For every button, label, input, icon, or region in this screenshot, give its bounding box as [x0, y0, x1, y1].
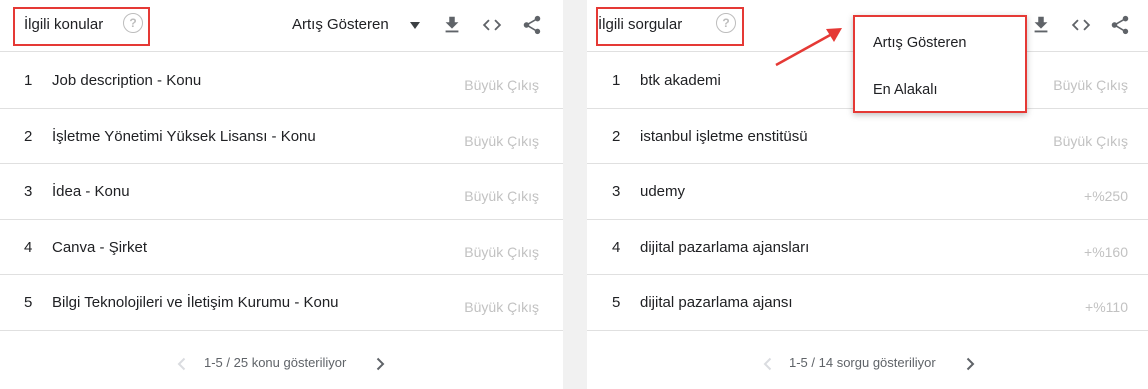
trend-value: +%160: [1084, 243, 1128, 260]
rank-number: 4: [612, 238, 621, 256]
trend-value: Büyük Çıkış: [464, 188, 539, 204]
trend-value: Büyük Çıkış: [1053, 132, 1128, 149]
list-item[interactable]: 3 udemy +%250: [587, 164, 1148, 220]
download-icon[interactable]: [441, 14, 463, 36]
chevron-left-icon[interactable]: [761, 356, 775, 372]
list-item[interactable]: 3 İdea - Konu Büyük Çıkış: [0, 164, 563, 220]
list-item[interactable]: 2 istanbul işletme enstitüsü Büyük Çıkış: [587, 109, 1148, 164]
menu-item-top[interactable]: En Alakalı: [873, 82, 938, 98]
chevron-right-icon[interactable]: [373, 356, 387, 372]
list-item[interactable]: 4 Canva - Şirket Büyük Çıkış: [0, 220, 563, 275]
rank-number: 4: [24, 238, 33, 256]
annotation-arrow-icon: [775, 28, 842, 67]
rank-number: 3: [24, 183, 33, 200]
list-item[interactable]: 5 dijital pazarlama ajansı +%110: [587, 275, 1148, 331]
sort-select-value[interactable]: Artış Gösteren: [292, 16, 389, 33]
caret-down-icon[interactable]: [410, 22, 420, 29]
topic-label[interactable]: İdea - Konu: [52, 183, 130, 200]
rank-number: 5: [24, 294, 33, 311]
rank-number: 2: [24, 127, 33, 145]
pagination-status: 1-5 / 14 sorgu gösteriliyor: [789, 355, 936, 370]
trend-value: Büyük Çıkış: [464, 132, 539, 149]
rank-number: 5: [612, 294, 621, 311]
rank-number: 3: [612, 183, 621, 200]
highlight-box: [596, 7, 744, 46]
trend-value: +%110: [1085, 299, 1128, 315]
query-label[interactable]: btk akademi: [640, 72, 721, 89]
trend-value: Büyük Çıkış: [464, 243, 539, 260]
trend-value: +%250: [1084, 188, 1128, 204]
share-icon[interactable]: [521, 14, 543, 36]
topic-label[interactable]: Job description - Konu: [52, 72, 201, 89]
highlight-box: [13, 7, 150, 46]
trend-value: Büyük Çıkış: [1053, 77, 1128, 93]
query-label[interactable]: udemy: [640, 183, 685, 200]
rank-number: 1: [24, 72, 33, 89]
pagination: 1-5 / 14 sorgu gösteriliyor: [587, 354, 1148, 374]
list-item[interactable]: 4 dijital pazarlama ajansları +%160: [587, 220, 1148, 275]
query-label[interactable]: dijital pazarlama ajansları: [640, 239, 809, 256]
sort-dropdown-menu: Artış Gösteren En Alakalı: [853, 15, 1027, 113]
share-icon[interactable]: [1109, 14, 1131, 36]
menu-item-rising[interactable]: Artış Gösteren: [873, 35, 966, 51]
chevron-left-icon[interactable]: [175, 356, 189, 372]
topics-list: 1 Job description - Konu Büyük Çıkış 2 İ…: [0, 53, 563, 331]
chevron-right-icon[interactable]: [963, 356, 977, 372]
topic-label[interactable]: İşletme Yönetimi Yüksek Lisansı - Konu: [52, 128, 316, 145]
list-item[interactable]: 5 Bilgi Teknolojileri ve İletişim Kurumu…: [0, 275, 563, 331]
topic-label[interactable]: Bilgi Teknolojileri ve İletişim Kurumu -…: [52, 294, 339, 311]
code-icon[interactable]: [481, 14, 503, 36]
trend-value: Büyük Çıkış: [464, 77, 539, 93]
query-label[interactable]: istanbul işletme enstitüsü: [640, 128, 808, 145]
trend-value: Büyük Çıkış: [464, 299, 539, 315]
topic-label[interactable]: Canva - Şirket: [52, 239, 147, 256]
code-icon[interactable]: [1070, 14, 1092, 36]
related-topics-panel: İlgili konular ? Artış Gösteren 1 Job de…: [0, 0, 563, 389]
query-label[interactable]: dijital pazarlama ajansı: [640, 294, 793, 311]
list-item[interactable]: 1 Job description - Konu Büyük Çıkış: [0, 53, 563, 109]
list-item[interactable]: 2 İşletme Yönetimi Yüksek Lisansı - Konu…: [0, 109, 563, 164]
rank-number: 2: [612, 127, 621, 145]
pagination-status: 1-5 / 25 konu gösteriliyor: [204, 355, 347, 370]
download-icon[interactable]: [1030, 14, 1052, 36]
related-topics-header: İlgili konular ? Artış Gösteren: [0, 0, 563, 52]
rank-number: 1: [612, 72, 621, 89]
pagination: 1-5 / 25 konu gösteriliyor: [0, 354, 563, 374]
